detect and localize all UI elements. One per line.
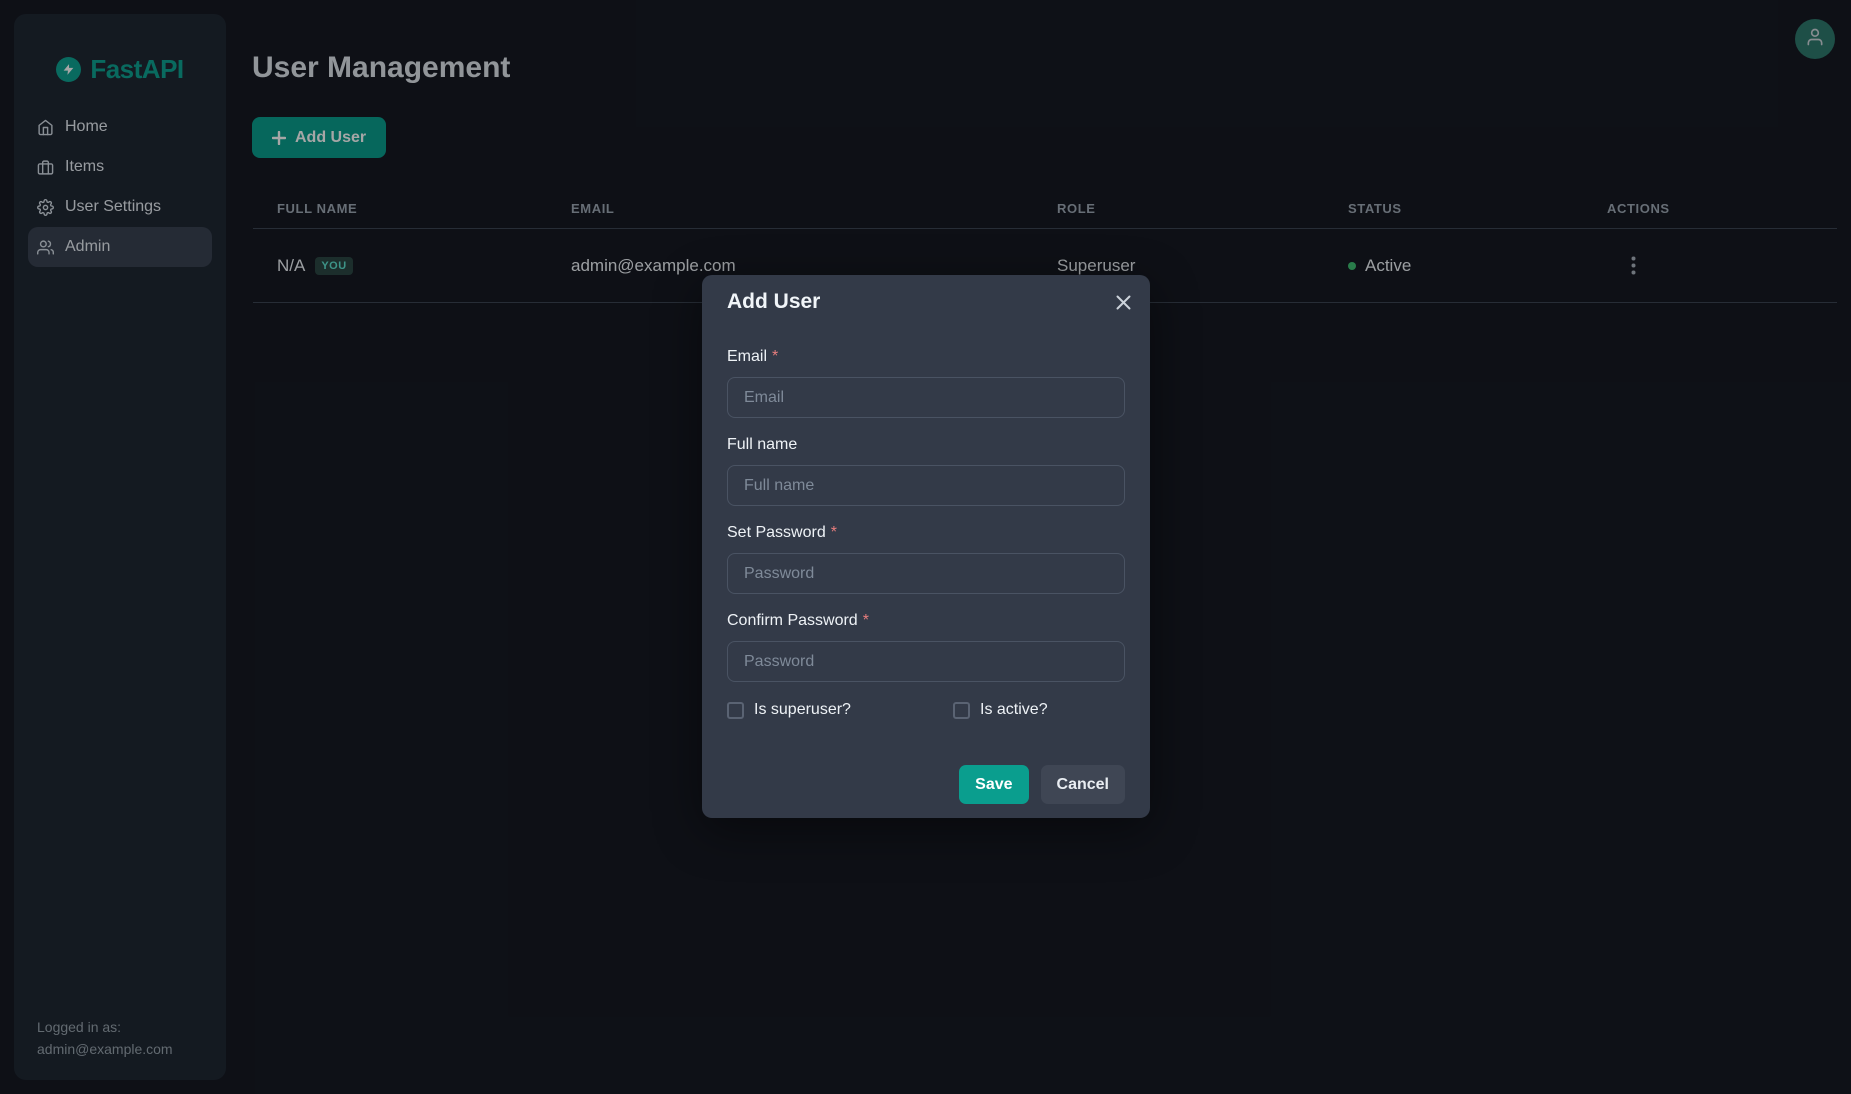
required-marker: * (772, 349, 778, 365)
email-label: Email * (727, 349, 1125, 365)
save-button[interactable]: Save (959, 765, 1028, 804)
required-marker: * (831, 525, 837, 541)
checkbox-box-icon (953, 702, 970, 719)
email-field-group: Email * (727, 349, 1125, 418)
checkbox-row: Is superuser? Is active? (727, 701, 1125, 719)
is-active-checkbox[interactable]: Is active? (953, 701, 1048, 719)
is-superuser-checkbox[interactable]: Is superuser? (727, 701, 953, 719)
checkbox-box-icon (727, 702, 744, 719)
confirm-password-label: Confirm Password * (727, 613, 1125, 629)
email-field[interactable] (727, 377, 1125, 418)
modal-close-button[interactable] (1112, 291, 1135, 314)
cancel-button[interactable]: Cancel (1041, 765, 1125, 804)
app-screen: FastAPI Home Items User Settings (0, 0, 1851, 1094)
confirm-password-field-group: Confirm Password * (727, 613, 1125, 682)
set-password-label: Set Password * (727, 525, 1125, 541)
set-password-label-text: Set Password (727, 525, 826, 541)
is-active-label: Is active? (980, 701, 1048, 719)
full-name-field[interactable] (727, 465, 1125, 506)
confirm-password-field[interactable] (727, 641, 1125, 682)
modal-button-row: Save Cancel (727, 765, 1125, 804)
email-label-text: Email (727, 349, 767, 365)
confirm-password-label-text: Confirm Password (727, 613, 858, 629)
add-user-form: Email * Full name Set Password * (727, 349, 1125, 804)
set-password-field-group: Set Password * (727, 525, 1125, 594)
required-marker: * (863, 613, 869, 629)
modal-title: Add User (727, 275, 1125, 314)
close-icon (1116, 295, 1131, 310)
is-superuser-label: Is superuser? (754, 701, 851, 719)
add-user-modal: Add User Email * Full name (702, 275, 1150, 818)
full-name-label: Full name (727, 437, 1125, 453)
full-name-field-group: Full name (727, 437, 1125, 506)
set-password-field[interactable] (727, 553, 1125, 594)
full-name-label-text: Full name (727, 437, 797, 453)
